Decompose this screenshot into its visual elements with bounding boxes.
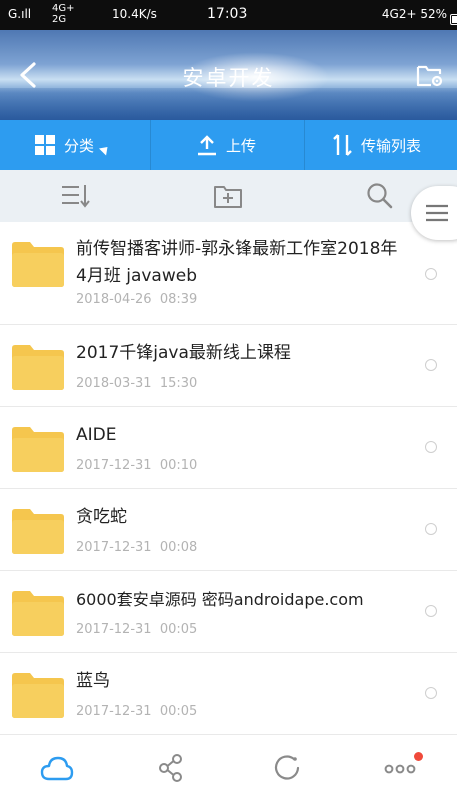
status-bar: G.ıll 4G+ 2G 10.4K/s 17:03 4G2+ 52% xyxy=(0,0,457,30)
upload-label: 上传 xyxy=(226,136,257,155)
action-bar: 分类 上传 传输列表 xyxy=(0,120,457,170)
file-date: 2017-12-31 00:10 xyxy=(76,458,198,473)
file-name: 前传智播客讲师-郭永锋最新工作室2018年4月班 javaweb xyxy=(76,239,398,286)
file-row[interactable]: 贪吃蛇 2017-12-31 00:08 xyxy=(0,489,457,571)
file-row[interactable]: 前传智播客讲师-郭永锋最新工作室2018年4月班 javaweb 2018-04… xyxy=(0,222,457,325)
sync-icon[interactable] xyxy=(270,753,304,783)
category-label: 分类 xyxy=(64,136,95,155)
status-text: 4G2+ 52% xyxy=(381,7,447,21)
file-name: 6000套安卓源码 密码androidape.com xyxy=(76,590,364,609)
folder-icon xyxy=(12,427,64,472)
folder-icon xyxy=(12,242,64,287)
network-speed: 10.4K/s xyxy=(112,7,157,21)
status-indicators: 4G2+ 52% xyxy=(381,7,457,25)
divider xyxy=(150,120,151,170)
select-radio[interactable] xyxy=(425,441,437,453)
file-date: 2018-03-31 15:30 xyxy=(76,376,198,391)
battery-icon xyxy=(450,14,457,25)
file-name: 贪吃蛇 xyxy=(76,507,127,527)
notification-badge xyxy=(414,752,423,761)
upload-icon xyxy=(198,135,216,156)
bottom-nav xyxy=(0,745,457,790)
file-date: 2017-12-31 00:08 xyxy=(76,540,198,555)
file-date: 2017-12-31 00:05 xyxy=(76,704,198,719)
select-radio[interactable] xyxy=(425,268,437,280)
header-background-sea xyxy=(0,88,457,120)
file-name: 2017千锋java最新线上课程 xyxy=(76,343,291,363)
folder-icon xyxy=(12,591,64,636)
grid-icon xyxy=(35,135,55,155)
file-name: AIDE xyxy=(76,425,117,445)
toolbar xyxy=(0,170,457,222)
folder-icon xyxy=(12,509,64,554)
file-row[interactable]: 6000套安卓源码 密码androidape.com 2017-12-31 00… xyxy=(0,571,457,653)
signal-strength: G.ıll xyxy=(8,7,32,21)
network-type-bottom: 2G xyxy=(52,14,67,25)
file-row[interactable]: AIDE 2017-12-31 00:10 xyxy=(0,407,457,489)
divider xyxy=(304,120,305,170)
cloud-icon[interactable] xyxy=(40,753,74,783)
hamburger-menu-icon xyxy=(426,204,448,222)
clock: 17:03 xyxy=(207,6,248,22)
transfer-arrows-icon xyxy=(333,134,352,156)
folder-settings-icon[interactable] xyxy=(415,60,445,90)
file-name: 蓝鸟 xyxy=(76,671,110,691)
network-type: 4G+ 2G xyxy=(52,3,75,25)
search-icon[interactable] xyxy=(365,182,395,210)
sort-icon[interactable] xyxy=(60,182,90,210)
folder-icon xyxy=(12,345,64,390)
category-button[interactable]: 分类 xyxy=(34,120,112,170)
file-row[interactable]: 2017千锋java最新线上课程 2018-03-31 15:30 xyxy=(0,325,457,407)
header: 安卓开发 xyxy=(0,30,457,120)
select-radio[interactable] xyxy=(425,605,437,617)
page-title: 安卓开发 xyxy=(182,66,275,90)
file-date: 2018-04-26 08:39 xyxy=(76,292,198,307)
select-radio[interactable] xyxy=(425,359,437,371)
new-folder-icon[interactable] xyxy=(213,182,243,210)
file-date: 2017-12-31 00:05 xyxy=(76,622,198,637)
transfer-list-button[interactable]: 传输列表 xyxy=(333,120,421,170)
upload-button[interactable]: 上传 xyxy=(196,120,256,170)
dropdown-triangle-icon xyxy=(99,142,112,156)
share-icon[interactable] xyxy=(155,753,189,783)
file-list: 前传智播客讲师-郭永锋最新工作室2018年4月班 javaweb 2018-04… xyxy=(0,222,457,735)
network-type-top: 4G+ xyxy=(52,3,75,14)
select-radio[interactable] xyxy=(425,687,437,699)
transfer-list-label: 传输列表 xyxy=(361,136,422,155)
file-row[interactable]: 蓝鸟 2017-12-31 00:05 xyxy=(0,653,457,735)
folder-icon xyxy=(12,673,64,718)
select-radio[interactable] xyxy=(425,523,437,535)
more-icon[interactable] xyxy=(383,753,417,783)
